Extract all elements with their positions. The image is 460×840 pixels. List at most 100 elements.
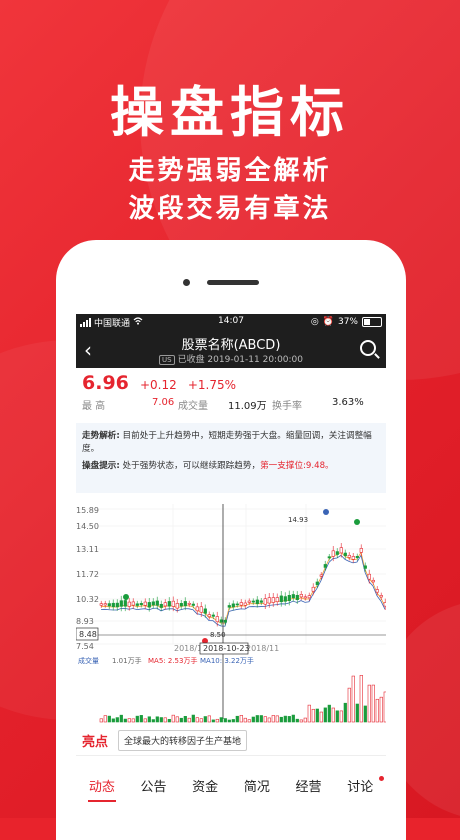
candle-body: [231, 603, 235, 608]
tab-operations[interactable]: 经营: [283, 774, 335, 818]
candle-body: [311, 586, 315, 592]
volume-bar: [359, 675, 363, 723]
volume-bar: [111, 718, 115, 723]
tab-discussion[interactable]: 讨论: [334, 774, 386, 818]
volume-bar: [271, 715, 275, 723]
candle-body: [347, 554, 351, 558]
candle-body: [143, 601, 147, 606]
volume-bar: [219, 717, 223, 723]
price-change-percent: +1.75%: [187, 378, 237, 392]
status-time: 14:07: [218, 316, 244, 326]
candle-body: [119, 600, 123, 607]
candle-body: [319, 574, 323, 577]
candle-body: [195, 606, 199, 612]
candle-body: [227, 605, 231, 608]
candle-body: [131, 601, 135, 606]
y-tick: 13.11: [76, 545, 99, 554]
candles: [99, 543, 386, 627]
y-tick: 7.54: [76, 642, 94, 651]
volume-bar: [283, 715, 287, 723]
candle-body: [107, 603, 111, 607]
price-change: +0.12: [139, 378, 177, 392]
volume-bar: [123, 718, 127, 723]
y-tick: 10.32: [76, 595, 99, 604]
tab-announcements[interactable]: 公告: [128, 774, 180, 818]
volume-bar: [311, 708, 315, 723]
volume-bar: [203, 716, 207, 723]
tab-profile[interactable]: 简况: [231, 774, 283, 818]
volume-bar: [167, 719, 171, 723]
tab-bar: 动态 公告 资金 简况 经营 讨论: [76, 774, 386, 818]
volume-bar: [103, 715, 107, 723]
low-marker-label: 8.50: [210, 631, 226, 639]
signal-marker: [354, 519, 360, 525]
candle-body: [151, 601, 155, 606]
tab-funds[interactable]: 资金: [179, 774, 231, 818]
volume-bar: [231, 719, 235, 723]
volume-bar: [147, 716, 151, 723]
y-tick: 8.93: [76, 617, 94, 626]
search-icon[interactable]: [360, 340, 376, 356]
y-tick: 15.89: [76, 506, 99, 515]
candle-body: [175, 603, 179, 609]
candle-body: [291, 594, 295, 599]
candle-body: [203, 608, 207, 614]
volume-bar: [175, 716, 179, 723]
volume-bar: [155, 716, 159, 723]
candle-body: [135, 603, 139, 606]
tip-label: 操盘提示:: [82, 461, 120, 471]
tab-news[interactable]: 动态: [76, 774, 128, 818]
candle-body: [123, 600, 127, 607]
candle-body: [167, 601, 171, 607]
candle-body: [259, 600, 263, 603]
candle-body: [343, 552, 347, 557]
candle-body: [127, 601, 131, 607]
market-status: US 已收盘 2019-01-11 20:00:00: [76, 352, 386, 365]
candlestick-chart[interactable]: 15.89 14.50 13.11 11.72 10.32 8.93 7.54 …: [76, 504, 386, 726]
current-price-line-label: 8.48: [79, 630, 97, 639]
market-status-text: 已收盘 2019-01-11 20:00:00: [177, 355, 304, 365]
volume-bar: [239, 715, 243, 723]
volume-bar: [319, 711, 323, 723]
candle-body: [219, 619, 223, 623]
analysis-panel: 走势解析: 目前处于上升趋势中，短期走势强于大盘。缩量回调，关注调整幅度。 操盘…: [76, 423, 386, 493]
candle-body: [303, 596, 307, 599]
volume-bar: [163, 717, 167, 723]
volume-bar: [187, 717, 191, 723]
hero-subtitle-1: 走势强弱全解析: [128, 156, 332, 186]
current-price: 6.96: [82, 372, 129, 394]
volume-value: 1.01万手: [112, 656, 142, 665]
candle-body: [355, 556, 359, 559]
candle-body: [199, 606, 203, 613]
volume-label: 成交量: [178, 401, 208, 412]
volume-bar: [131, 718, 135, 723]
volume-bar: [323, 707, 327, 723]
candle-body: [275, 597, 279, 603]
camera-dot: [183, 279, 190, 286]
highlight-tag[interactable]: 全球最大的转移因子生产基地: [118, 730, 248, 751]
volume-bar: [375, 698, 379, 723]
hero-subtitle-2: 波段交易有章法: [128, 194, 332, 224]
signal-marker: [123, 594, 129, 600]
candle-body: [211, 614, 215, 617]
candle-body: [359, 548, 363, 553]
volume-bar: [115, 717, 119, 723]
volume-bar: [299, 719, 303, 723]
volume-bar: [211, 719, 215, 723]
volume-bar: [199, 718, 203, 723]
volume-bar: [243, 717, 247, 723]
signal-marker: [323, 509, 329, 515]
candle-body: [375, 589, 379, 593]
candle-body: [271, 597, 275, 603]
volume-bar: [347, 687, 351, 723]
candle-body: [371, 579, 375, 583]
candle-body: [351, 556, 355, 560]
volume-bar: [255, 715, 259, 723]
candle-body: [223, 619, 227, 623]
tip-text: 处于强势状态，可以继续跟踪趋势，: [122, 461, 261, 471]
high-label: 最 高: [82, 401, 106, 412]
high-marker-label: 14.93: [288, 516, 308, 524]
volume-bar: [151, 719, 155, 723]
volume-bar: [107, 715, 111, 723]
volume-bar: [343, 702, 347, 723]
